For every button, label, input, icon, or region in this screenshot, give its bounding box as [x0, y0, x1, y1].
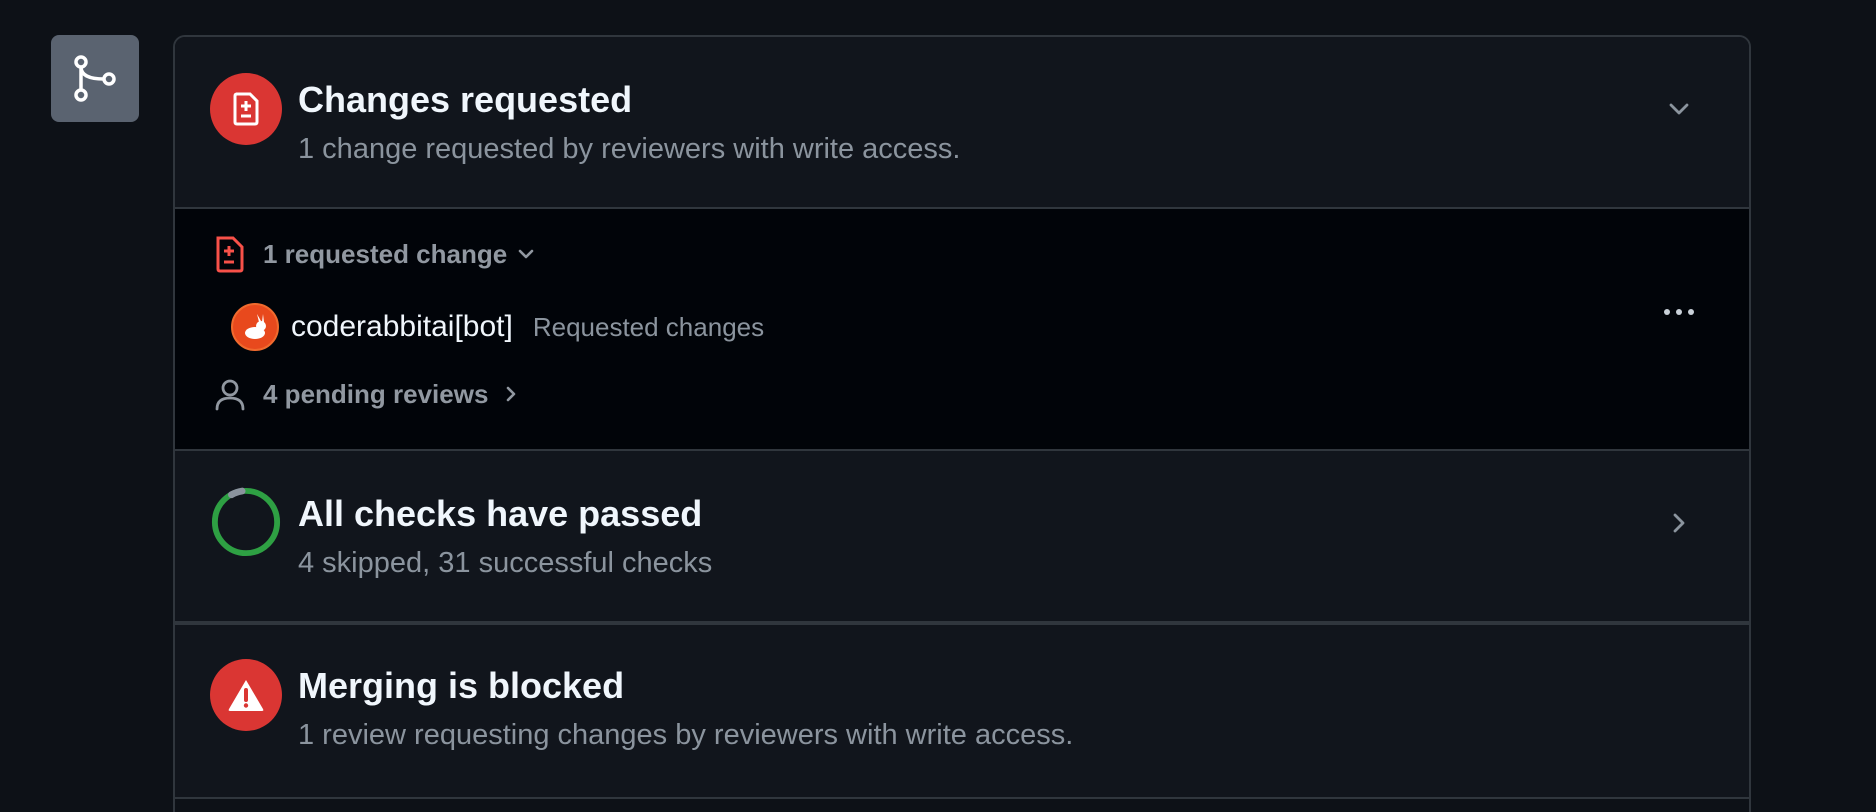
reviewer-name-link[interactable]: coderabbitai[bot] — [291, 310, 513, 344]
file-diff-icon — [216, 236, 244, 273]
expand-checks-button[interactable] — [1659, 503, 1699, 543]
git-merge-icon-box — [51, 35, 139, 122]
checks-section[interactable]: All checks have passed 4 skipped, 31 suc… — [175, 451, 1749, 623]
pending-reviews-label: 4 pending reviews — [263, 378, 489, 409]
checks-status-icon — [210, 486, 282, 558]
check-ring-icon — [211, 487, 281, 557]
changes-requested-section[interactable]: Changes requested 1 change requested by … — [175, 37, 1749, 209]
checks-title: All checks have passed — [298, 493, 703, 534]
person-icon — [215, 379, 245, 411]
git-merge-icon — [74, 54, 116, 102]
kebab-dot — [1664, 309, 1670, 315]
kebab-dot — [1688, 309, 1694, 315]
rabbit-icon — [245, 314, 266, 339]
pending-reviews-toggle[interactable]: 4 pending reviews — [213, 377, 522, 411]
chevron-right-icon — [507, 386, 516, 402]
chevron-down-icon — [1669, 103, 1689, 115]
checks-subtitle: 4 skipped, 31 successful checks — [298, 547, 713, 579]
merge-blocked-status-icon — [210, 659, 282, 731]
merge-blocked-section: Merging is blocked 1 review requesting c… — [175, 623, 1749, 799]
collapse-button[interactable] — [1659, 89, 1699, 129]
merge-blocked-subtitle: 1 review requesting changes by reviewers… — [298, 719, 1074, 751]
review-details-section: 1 requested change coderabbitai[bot] Req… — [175, 209, 1749, 451]
changes-requested-subtitle: 1 change requested by reviewers with wri… — [298, 133, 961, 165]
requested-change-toggle[interactable]: 1 requested change — [213, 235, 537, 273]
changes-requested-status-icon — [210, 73, 282, 145]
chevron-right-icon — [1673, 513, 1685, 533]
file-diff-icon — [233, 92, 259, 126]
reviewer-status: Requested changes — [532, 311, 765, 342]
alert-icon — [228, 680, 264, 711]
reviewer-row: coderabbitai[bot] Requested changes — [231, 303, 764, 351]
merge-blocked-title: Merging is blocked — [298, 665, 625, 706]
merge-status-panel: Changes requested 1 change requested by … — [173, 35, 1751, 812]
more-options-button[interactable] — [1664, 309, 1694, 315]
kebab-dot — [1676, 309, 1682, 315]
chevron-down-icon — [518, 249, 534, 259]
requested-change-label: 1 requested change — [263, 238, 508, 269]
avatar[interactable] — [231, 303, 279, 351]
changes-requested-title: Changes requested — [298, 79, 633, 120]
